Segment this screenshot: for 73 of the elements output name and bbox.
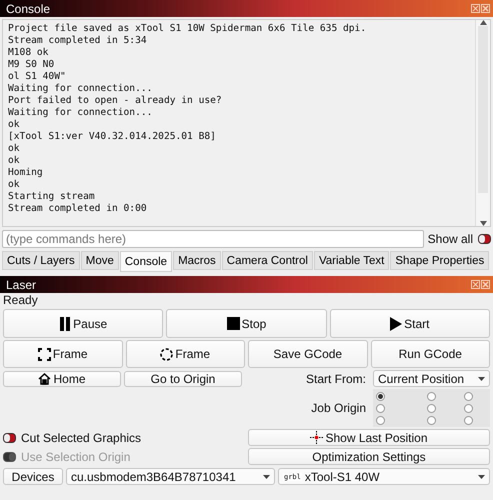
log-line: Project file saved as xTool S1 10W Spiderman 6x6 Tile 635 dpi.: [8, 23, 368, 35]
log-line: Port failed to open - already in use?: [8, 95, 223, 107]
tab[interactable]: Cuts / Layers: [2, 251, 80, 270]
toggle-label: Show all: [428, 232, 473, 246]
scroll-down-icon[interactable]: [480, 221, 486, 226]
close-icon[interactable]: [481, 4, 490, 13]
tab[interactable]: Macros: [173, 251, 221, 270]
start-from-label: Start From:: [304, 372, 367, 386]
show-position-button[interactable]: Show Last Position: [248, 429, 490, 446]
play-icon: [390, 316, 402, 330]
tab[interactable]: Variable Text: [314, 251, 390, 270]
stop-icon: [226, 317, 240, 330]
play-button[interactable]: Start: [330, 309, 490, 338]
toggle-label: Cut Selected Graphics: [21, 430, 142, 444]
dashed-circle-icon: [160, 348, 174, 360]
status-text: Ready: [2, 293, 39, 307]
scrollbar-thumb[interactable]: [478, 26, 488, 193]
stop-button[interactable]: Stop: [166, 309, 327, 338]
panel-title: Console: [6, 2, 50, 16]
caret-icon: [478, 376, 485, 380]
log-line: ok: [8, 119, 21, 131]
origin-radio[interactable]: [464, 416, 473, 424]
command-field[interactable]: (type commands here): [2, 230, 424, 248]
start-from-dropdown[interactable]: Current Position: [373, 370, 490, 387]
crosshair-icon: [310, 431, 324, 444]
job-origin-label: Job Origin: [310, 401, 367, 415]
origin-radio[interactable]: [376, 392, 385, 400]
tab[interactable]: Camera Control: [222, 251, 313, 270]
log-line: Homing: [8, 167, 44, 179]
toggle-switch[interactable]: [478, 234, 491, 244]
origin-radio[interactable]: [427, 416, 436, 424]
pause-button[interactable]: Pause: [3, 309, 164, 338]
origin-button[interactable]: Go to Origin: [124, 370, 242, 386]
origin-radio[interactable]: [376, 404, 385, 412]
home-icon: [38, 372, 52, 384]
log-line: ok: [8, 179, 21, 191]
log-line: M108 ok: [8, 47, 50, 59]
origin-radio[interactable]: [464, 392, 473, 400]
origin-radio[interactable]: [427, 404, 436, 412]
close-icon[interactable]: [481, 280, 490, 289]
tab[interactable]: Move: [80, 251, 119, 270]
frame-button[interactable]: Frame: [126, 340, 245, 368]
tab[interactable]: Shape Properties: [390, 251, 490, 270]
pause-icon: [59, 316, 72, 330]
origin-radio[interactable]: [464, 404, 473, 412]
gcode-button[interactable]: Run GCode: [370, 340, 490, 368]
devices-button[interactable]: Devices: [3, 468, 63, 485]
log-line: M9 S0 N0: [8, 59, 56, 71]
log-line: Starting stream: [8, 191, 96, 203]
home-button[interactable]: Home: [3, 370, 121, 386]
log-line: Stream completed in 5:34: [8, 35, 148, 47]
port-dropdown[interactable]: cu.usbmodem3B64B78710341: [66, 468, 275, 485]
log-line: [xTool S1:ver V40.32.014.2025.01 B8]: [8, 131, 217, 143]
caret-icon: [478, 474, 485, 478]
log-line: Waiting for connection...: [8, 107, 154, 119]
frame-button[interactable]: Frame: [3, 340, 122, 368]
toggle-label: Use Selection Origin: [21, 450, 130, 464]
log-line: ol S1 40W": [8, 71, 67, 83]
caret-icon: [263, 474, 270, 478]
origin-radio[interactable]: [427, 392, 436, 400]
toggle-switch[interactable]: [3, 432, 16, 442]
log-line: Stream completed in 0:00: [8, 203, 148, 215]
frame-icon: [38, 348, 51, 360]
log-line: ok: [8, 143, 21, 155]
float-icon[interactable]: [471, 4, 480, 13]
log-line: ok: [8, 155, 21, 167]
log-line: Waiting for connection...: [8, 83, 154, 95]
origin-radio[interactable]: [376, 416, 385, 424]
settings-button[interactable]: Optimization Settings: [248, 448, 490, 465]
gcode-button[interactable]: Save GCode: [248, 340, 368, 368]
float-icon[interactable]: [471, 280, 480, 289]
tab[interactable]: Console: [120, 251, 172, 272]
panel-title: Laser: [6, 278, 36, 292]
